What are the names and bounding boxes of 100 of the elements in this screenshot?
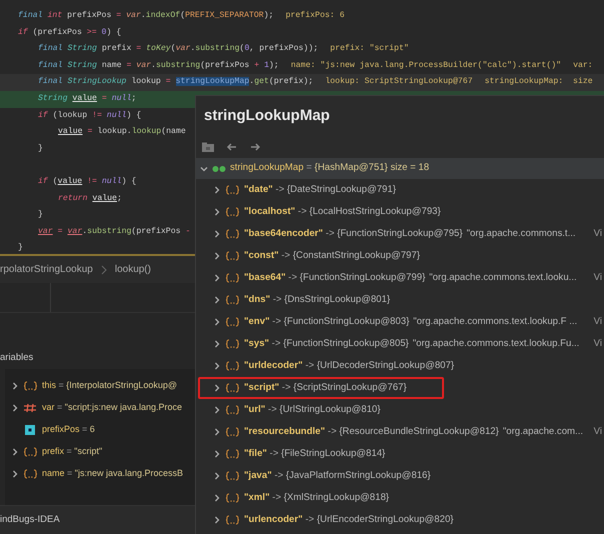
- object-icon: [225, 427, 240, 437]
- chevron-right-icon[interactable]: [213, 428, 221, 436]
- variable-entry[interactable]: prefixPos = 6: [42, 423, 95, 437]
- breadcrumb[interactable]: rpolatorStringLookup: [0, 262, 93, 277]
- chevron-right-icon[interactable]: [213, 494, 221, 502]
- value-preview: "org.apache.commons.text.looku...: [429, 270, 577, 285]
- object-icon: [225, 449, 240, 459]
- code-line: }: [38, 142, 43, 155]
- view-link[interactable]: Vi: [594, 336, 602, 352]
- map-entry[interactable]: "env" -> {FunctionStringLookup@803}: [244, 314, 410, 330]
- forward-arrow-icon[interactable]: [249, 141, 263, 153]
- code-line: String value = null;: [38, 92, 136, 105]
- chevron-right-icon[interactable]: [213, 230, 221, 238]
- chevron-right-icon[interactable]: [213, 384, 221, 392]
- popup-title: stringLookupMap: [204, 106, 330, 126]
- map-entry[interactable]: "java" -> {JavaPlatformStringLookup@816}: [244, 468, 431, 484]
- chevron-right-icon[interactable]: [213, 186, 221, 194]
- map-entry[interactable]: "script" -> {ScriptStringLookup@767}: [244, 380, 407, 396]
- chevron-right-icon[interactable]: [11, 404, 19, 412]
- variable-entry[interactable]: prefix = "script": [42, 445, 102, 459]
- chevron-right-icon[interactable]: [213, 340, 221, 348]
- code-line: final int prefixPos = var.indexOf(PREFIX_SEPARATOR);: [18, 10, 274, 22]
- map-entry[interactable]: "const" -> {ConstantStringLookup@797}: [244, 248, 420, 264]
- object-icon: [225, 295, 240, 305]
- code-line: return value;: [58, 192, 122, 205]
- value-preview: "org.apache.commons.text.lookup.F ...: [413, 314, 578, 329]
- inline-value-hint: prefixPos: 6: [286, 10, 345, 22]
- object-icon: [23, 469, 38, 479]
- object-icon: [225, 515, 240, 525]
- object-icon: [225, 229, 240, 239]
- primitive-icon: [23, 425, 38, 435]
- code-line: final String name = var.substring(prefixPos + 1);: [38, 60, 279, 72]
- object-icon: [225, 361, 240, 371]
- map-entry[interactable]: "localhost" -> {LocalHostStringLookup@793}: [244, 204, 441, 220]
- chevron-right-icon[interactable]: [213, 406, 221, 414]
- object-icon: [225, 383, 240, 393]
- variable-entry[interactable]: this = {InterpolatorStringLookup@: [42, 379, 177, 393]
- chevron-right-icon[interactable]: [213, 450, 221, 458]
- watch-icon: [212, 164, 226, 172]
- chevron-right-icon[interactable]: [213, 318, 221, 326]
- string-icon: [23, 403, 38, 413]
- code-line: final StringLookup lookup = stringLookupMap.get(prefix);: [38, 76, 314, 88]
- map-entry[interactable]: "base64encoder" -> {FunctionStringLookup@795}: [244, 226, 463, 242]
- map-entry[interactable]: "date" -> {DateStringLookup@791}: [244, 182, 396, 198]
- view-link[interactable]: Vi: [594, 226, 602, 242]
- inline-value-hint: lookup: ScriptStringLookup@767: [325, 76, 473, 88]
- status-text: indBugs-IDEA: [0, 512, 60, 527]
- code-line: final String prefix = toKey(var.substring(0, prefixPos));: [38, 43, 318, 56]
- panel-title: ariables: [0, 351, 34, 365]
- chevron-right-icon[interactable]: [11, 448, 19, 456]
- object-icon: [225, 471, 240, 481]
- map-entry[interactable]: "sys" -> {FunctionStringLookup@805}: [244, 336, 409, 352]
- folder-icon[interactable]: [201, 141, 215, 153]
- back-arrow-icon[interactable]: [225, 141, 239, 153]
- map-entry[interactable]: "urldecoder" -> {UrlDecoderStringLookup@807}: [244, 358, 454, 374]
- chevron-right-icon[interactable]: [213, 472, 221, 480]
- map-entry[interactable]: "resourcebundle" -> {ResourceBundleStringLookup@812}: [244, 424, 499, 440]
- map-entry[interactable]: "url" -> {UrlStringLookup@810}: [244, 402, 380, 418]
- variable-entry[interactable]: name = "js:new java.lang.ProcessB: [42, 467, 184, 481]
- code-line: if (value != null) {: [38, 176, 136, 188]
- object-icon: [225, 317, 240, 327]
- map-entry[interactable]: "urlencoder" -> {UrlEncoderStringLookup@820}: [244, 512, 454, 528]
- chevron-right-icon[interactable]: [11, 470, 19, 478]
- chevron-down-icon[interactable]: [200, 164, 208, 172]
- object-icon: [225, 493, 240, 503]
- inline-value-hint: prefix: "script": [330, 43, 409, 56]
- map-entry[interactable]: "file" -> {FileStringLookup@814}: [244, 446, 386, 462]
- object-icon: [225, 251, 240, 261]
- code-line: if (prefixPos >= 0) {: [18, 26, 122, 39]
- variable-entry[interactable]: var = "script:js:new java.lang.Proce: [42, 401, 182, 415]
- map-entry[interactable]: "xml" -> {XmlStringLookup@818}: [244, 490, 389, 506]
- value-preview: "org.apache.commons.text.lookup.Fu...: [412, 336, 580, 351]
- value-preview: "org.apache.com...: [502, 424, 584, 439]
- code-line: }: [38, 209, 43, 222]
- object-icon: [23, 447, 38, 457]
- view-link[interactable]: Vi: [594, 424, 602, 440]
- object-icon: [225, 185, 240, 195]
- value-preview: "org.apache.commons.t...: [466, 226, 576, 241]
- chevron-right-icon[interactable]: [213, 252, 221, 260]
- inline-value-hint: name: "js:new java.lang.ProcessBuilder("calc").start()": [290, 60, 562, 72]
- chevron-right-icon[interactable]: [213, 274, 221, 282]
- chevron-right-icon[interactable]: [11, 382, 19, 390]
- chevron-right-icon[interactable]: [213, 296, 221, 304]
- view-link[interactable]: Vi: [594, 314, 602, 330]
- object-icon: [23, 381, 38, 391]
- chevron-right-icon[interactable]: [213, 208, 221, 216]
- object-icon: [225, 339, 240, 349]
- object-icon: [225, 207, 240, 217]
- map-entry[interactable]: "base64" -> {FunctionStringLookup@799}: [244, 270, 426, 286]
- object-icon: [225, 273, 240, 283]
- code-line: if (lookup != null) {: [38, 110, 142, 122]
- object-icon: [225, 405, 240, 415]
- view-link[interactable]: Vi: [594, 270, 602, 286]
- map-entry[interactable]: "dns" -> {DnsStringLookup@801}: [244, 292, 390, 308]
- chevron-right-icon[interactable]: [213, 362, 221, 370]
- breadcrumb[interactable]: lookup(): [114, 262, 151, 277]
- inline-value-hint: stringLookupMap: size: [484, 76, 593, 88]
- code-line: var = var.substring(prefixPos -: [38, 226, 190, 238]
- code-line: }: [18, 242, 23, 254]
- chevron-right-icon[interactable]: [213, 516, 221, 524]
